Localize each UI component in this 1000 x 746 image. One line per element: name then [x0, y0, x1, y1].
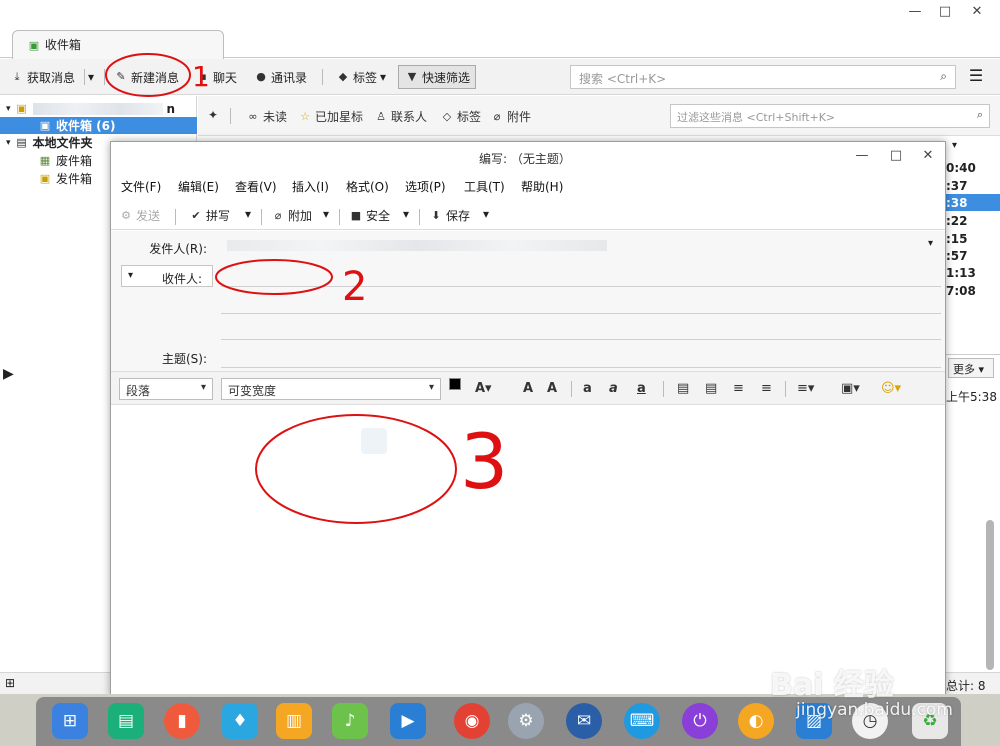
annotation-number-1: 1: [192, 60, 210, 93]
video-icon[interactable]: ▶: [390, 703, 426, 739]
annotation-circle-1: [105, 53, 191, 97]
launcher-icon[interactable]: ⊞: [52, 703, 88, 739]
browser-icon[interactable]: ◐: [738, 703, 774, 739]
annotation-circle-3: [255, 414, 457, 524]
input-method-icon[interactable]: ⌨: [624, 703, 660, 739]
annotation-overlay: 1 2 3: [105, 53, 508, 524]
store-icon[interactable]: ♦: [222, 703, 258, 739]
watermark-brand: Bai 经验: [770, 668, 894, 703]
chrome-icon[interactable]: ◉: [454, 703, 490, 739]
app-store-icon[interactable]: ▥: [276, 703, 312, 739]
watermark-url: jingyan.baidu.com: [796, 700, 953, 720]
media-player-icon[interactable]: ▮: [164, 703, 200, 739]
settings-gear-icon[interactable]: ⚙: [508, 703, 544, 739]
annotation-circle-2: [215, 259, 333, 295]
power-icon[interactable]: ⏻: [682, 703, 718, 739]
annotation-number-2: 2: [342, 264, 367, 310]
terminal-icon[interactable]: ▤: [108, 703, 144, 739]
music-icon[interactable]: ♪: [332, 703, 368, 739]
thunderbird-icon[interactable]: ✉: [566, 703, 602, 739]
annotation-number-3: 3: [460, 417, 508, 506]
